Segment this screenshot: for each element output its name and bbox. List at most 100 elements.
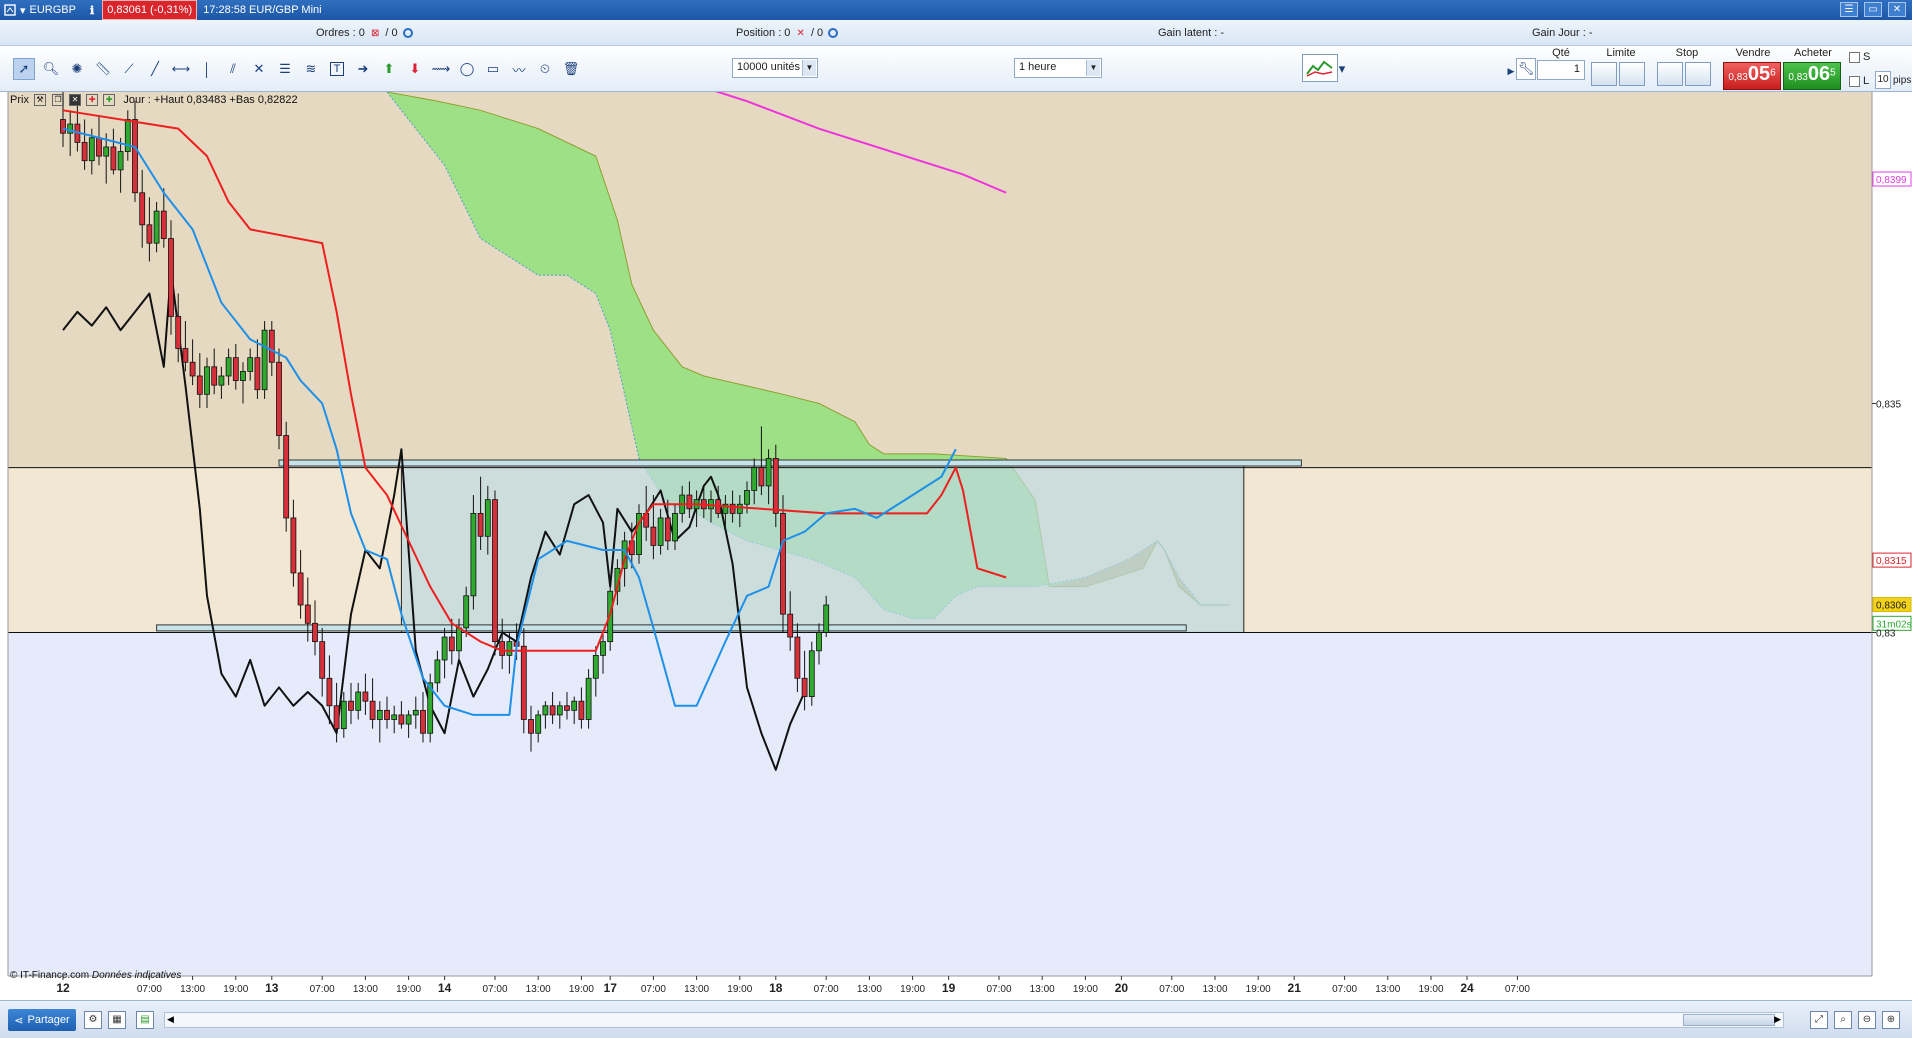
segment-icon[interactable]: ⟋ bbox=[118, 58, 140, 80]
candle-body bbox=[132, 119, 138, 194]
share-button[interactable]: ⋖ Partager bbox=[8, 1009, 76, 1031]
chevron-down-icon[interactable]: ▼ bbox=[1086, 60, 1100, 76]
wrench-icon[interactable]: ⚒ bbox=[34, 94, 47, 107]
share-label: Partager bbox=[27, 1014, 70, 1026]
channel-icon[interactable]: ⫽ bbox=[222, 58, 244, 80]
pips-input[interactable]: 10 bbox=[1875, 71, 1891, 89]
timeframe-select[interactable]: 1 heure ▼ bbox=[1014, 58, 1102, 78]
sell-stop-button[interactable] bbox=[1685, 62, 1711, 86]
chevron-down-icon[interactable]: ▾ bbox=[20, 0, 26, 20]
s-checkbox[interactable] bbox=[1849, 52, 1860, 63]
menu-icon[interactable]: ☰ bbox=[1840, 2, 1858, 17]
candle-body bbox=[650, 526, 657, 546]
copyright-text: © IT-Finance.com bbox=[10, 970, 90, 981]
candle-body bbox=[672, 512, 678, 542]
indicator-icon[interactable]: 〰 bbox=[508, 58, 530, 80]
buy-stop-button[interactable] bbox=[1657, 62, 1683, 86]
zoom-fit-icon[interactable]: ⌕ bbox=[1834, 1011, 1852, 1029]
ellipse-icon[interactable]: ◯ bbox=[456, 58, 478, 80]
buy-button[interactable]: 0,83065 bbox=[1783, 62, 1841, 90]
arrow-down-icon[interactable]: ⬇ bbox=[404, 58, 426, 80]
arrow-up-icon[interactable]: ⬆ bbox=[378, 58, 400, 80]
horizontal-scrollbar[interactable]: ◀ ▶ bbox=[164, 1012, 1784, 1028]
time-tick-label: 19:00 bbox=[900, 984, 925, 995]
time-label: 17:28:58 EUR/GBP Mini bbox=[203, 4, 322, 16]
qty-input[interactable]: 1 bbox=[1537, 60, 1585, 80]
candle-body bbox=[470, 512, 477, 597]
candle-body bbox=[456, 627, 462, 652]
orders-summary[interactable]: Ordres : 0 ⊠ / 0 bbox=[316, 27, 413, 39]
gear-icon[interactable] bbox=[402, 28, 413, 39]
unrealized-gain: Gain latent : - bbox=[1158, 27, 1225, 39]
text-icon[interactable]: T bbox=[326, 58, 348, 80]
grid-icon[interactable]: ▤ bbox=[136, 1011, 154, 1029]
sell-limit-button[interactable] bbox=[1619, 62, 1645, 86]
ruler-icon[interactable]: 📏︎ bbox=[92, 58, 114, 80]
chart-style-icon[interactable] bbox=[1302, 54, 1338, 82]
fan-icon[interactable]: ≋ bbox=[300, 58, 322, 80]
position-summary[interactable]: Position : 0 ✕ / 0 bbox=[736, 27, 839, 39]
buy-limit-button[interactable] bbox=[1591, 62, 1617, 86]
trend-channel-icon[interactable]: ⟿ bbox=[430, 58, 452, 80]
trash-icon[interactable]: 🗑︎ bbox=[560, 58, 582, 80]
info-icon[interactable]: ℹ bbox=[90, 0, 94, 20]
time-tick-label: 13:00 bbox=[1375, 984, 1400, 995]
cross-line-icon[interactable]: ✕ bbox=[248, 58, 270, 80]
close-icon[interactable]: ✕ bbox=[69, 94, 82, 107]
symbol-label[interactable]: EURGBP bbox=[30, 0, 76, 20]
copy-icon[interactable]: ❐ bbox=[52, 94, 65, 107]
fibonacci-icon[interactable]: ☰ bbox=[274, 58, 296, 80]
auto-scale-icon[interactable]: ⤢ bbox=[1810, 1011, 1828, 1029]
wrench-icon[interactable]: 🔧︎ bbox=[1516, 58, 1536, 80]
candle-body bbox=[823, 604, 830, 633]
candle-body bbox=[556, 705, 563, 716]
candle-body bbox=[189, 361, 196, 377]
app-icon[interactable] bbox=[4, 0, 16, 20]
minimize-icon[interactable]: ▭ bbox=[1864, 2, 1882, 17]
scroll-left-icon[interactable]: ◀ bbox=[167, 1014, 174, 1025]
stop-label: Stop bbox=[1675, 47, 1699, 59]
add-icon[interactable]: ✚ bbox=[103, 94, 116, 107]
candle-body bbox=[340, 700, 347, 730]
scroll-thumb[interactable] bbox=[1683, 1014, 1775, 1026]
gear-icon[interactable] bbox=[828, 28, 839, 39]
zoom-in-icon[interactable]: ⊕ bbox=[1882, 1011, 1900, 1029]
candle-body bbox=[139, 192, 146, 226]
sell-button[interactable]: 0,83056 bbox=[1723, 62, 1781, 90]
time-tick-label: 13:00 bbox=[1030, 984, 1055, 995]
layout-icon[interactable]: ▦ bbox=[108, 1011, 126, 1029]
scroll-right-icon[interactable]: ▶ bbox=[1774, 1014, 1781, 1025]
line-icon[interactable]: ╱ bbox=[144, 58, 166, 80]
candle-body bbox=[528, 719, 534, 734]
l-checkbox[interactable] bbox=[1849, 76, 1860, 87]
zoom-icon[interactable]: 🔍︎ bbox=[40, 58, 62, 80]
history-icon[interactable]: ⚙ bbox=[84, 1011, 102, 1029]
units-select[interactable]: 10000 unités ▼ bbox=[732, 58, 818, 78]
chart-canvas[interactable]: 0,83990,8350,83150,830631m02s0,8312 07:00… bbox=[0, 92, 1912, 1000]
price-chart[interactable]: 0,8399 0,835 0,8315 0,8306 31m02s 0,83 12 07:00… bbox=[0, 92, 1912, 1000]
cursor-icon[interactable]: ➚ bbox=[13, 58, 35, 80]
horizontal-line-icon[interactable]: ⟷ bbox=[170, 58, 192, 80]
zoom-out-icon[interactable]: ⊖ bbox=[1858, 1011, 1876, 1029]
alarm-icon[interactable]: ✺ bbox=[66, 58, 88, 80]
candle-body bbox=[283, 435, 290, 519]
cancel-orders-icon[interactable]: ⊠ bbox=[371, 28, 379, 39]
add-indicator-icon[interactable]: ✚ bbox=[86, 94, 99, 107]
vertical-line-icon[interactable]: │ bbox=[196, 58, 218, 80]
chevron-down-icon[interactable]: ▼ bbox=[802, 60, 816, 76]
candle-body bbox=[355, 691, 362, 711]
title-bar: ▾ EURGBP ℹ 0,83061 (-0,31%) 17:28:58 EUR… bbox=[0, 0, 1912, 20]
account-info-bar: Ordres : 0 ⊠ / 0 Position : 0 ✕ / 0 Gain… bbox=[0, 20, 1912, 46]
chevron-down-icon[interactable]: ▾ bbox=[1336, 58, 1348, 80]
candle-body bbox=[160, 210, 167, 239]
close-position-icon[interactable]: ✕ bbox=[796, 28, 804, 39]
range-box bbox=[400, 462, 1245, 633]
clock-icon[interactable]: ⏲ bbox=[534, 58, 556, 80]
rectangle-icon[interactable]: ▭ bbox=[482, 58, 504, 80]
expand-arrow-icon[interactable]: ▶ bbox=[1507, 60, 1515, 82]
candle-body bbox=[420, 709, 426, 734]
sell-label: Vendre bbox=[1735, 47, 1771, 59]
candle-body bbox=[247, 357, 254, 372]
close-icon[interactable]: ✕ bbox=[1888, 2, 1906, 17]
arrow-right-icon[interactable]: ➜ bbox=[352, 58, 374, 80]
